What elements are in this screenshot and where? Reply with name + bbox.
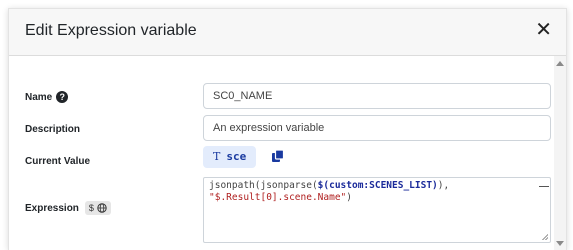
description-label-row: Description [25,124,80,135]
code-close: ), [437,180,450,191]
dialog-title: Edit Expression variable [25,22,197,39]
current-value-pill: Tsce [203,146,257,168]
expression-label-row: Expression $ [25,201,111,215]
code-func: jsonpath(jsonparse( [209,180,318,191]
type-string-icon: T [213,150,221,163]
dialog-header: Edit Expression variable ✕ [9,9,566,56]
scroll-down-arrow[interactable] [556,241,564,246]
current-value-label: Current Value [25,156,91,167]
dollar-badge: $ [88,203,94,213]
name-input[interactable]: SC0_NAME [203,83,551,109]
help-icon[interactable]: ? [56,91,69,103]
name-label: Name [25,91,53,103]
description-input[interactable]: An expression variable [203,115,551,141]
current-value-text: sce [226,150,247,163]
expression-badges: $ [84,201,111,215]
resize-grip[interactable] [542,234,548,240]
scrollbar[interactable] [554,56,566,250]
globe-icon [97,203,107,213]
scroll-up-arrow[interactable] [556,61,564,66]
code-close-2: ) [346,192,353,203]
close-icon[interactable]: ✕ [535,20,552,40]
copy-icon[interactable] [271,149,285,163]
edit-expression-dialog: Edit Expression variable ✕ Name ? SC0_NA… [8,8,567,250]
editor-scroll-marker[interactable] [539,179,549,187]
dialog-body: Name ? SC0_NAME Description An expressio… [9,56,566,250]
expression-label: Expression [25,202,79,214]
description-label: Description [25,124,81,135]
current-value-label-row: Current Value [25,156,90,167]
code-variable: $(custom:SCENES_LIST) [317,180,438,191]
name-label-row: Name ? [25,91,69,103]
expression-editor[interactable]: jsonpath(jsonparse($(custom:SCENES_LIST)… [203,177,551,243]
code-string: "$.Result[0].scene.Name" [209,192,347,203]
